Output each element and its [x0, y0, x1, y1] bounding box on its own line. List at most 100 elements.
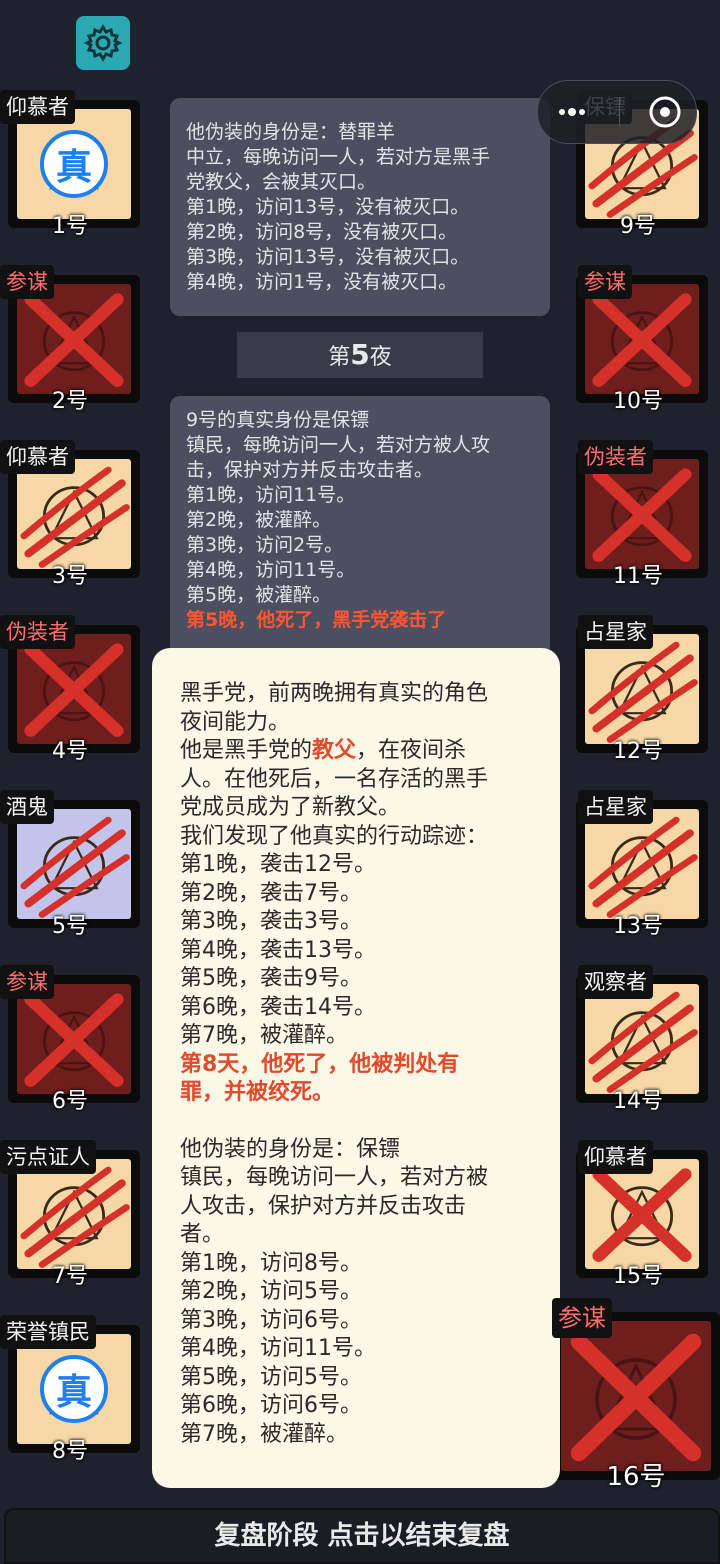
role-label: 参谋 [552, 1298, 612, 1338]
visit-line: 第6晚，访问6号。 [180, 1393, 362, 1418]
role-label: 参谋 [0, 265, 54, 299]
role-label: 仰慕者 [0, 90, 75, 124]
night-suffix: 夜 [369, 345, 392, 370]
log-line: 第1晚，访问11号。 [186, 484, 356, 506]
player-number: 8号 [52, 1439, 88, 1464]
popup-line: 他伪装的身份是：保镖 [180, 1136, 401, 1162]
player-number: 10号 [613, 389, 663, 414]
night-prefix: 第 [328, 345, 351, 370]
claw-slash-icon [588, 816, 698, 918]
player-number: 13号 [613, 914, 663, 939]
player-number: 12号 [613, 739, 663, 764]
player-number: 6号 [52, 1089, 88, 1114]
role-label: 荣誉镇民 [0, 1315, 96, 1349]
action-line: 第4晚，袭击13号。 [180, 937, 376, 963]
log-panel-disguise: 他伪装的身份是：替罪羊 中立，每晚访问一人，若对方是黑手 党教父，会被其灭口。 … [170, 98, 550, 316]
action-line: 第6晚，袭击14号。 [180, 994, 376, 1020]
card-portrait [17, 1159, 131, 1269]
claw-slash-icon [20, 816, 130, 918]
player-card[interactable]: 伪装者 11号 [568, 440, 708, 592]
player-card[interactable]: 占星家 12号 [568, 615, 708, 767]
death-line: 罪，并被绞死。 [180, 1080, 335, 1105]
claw-slash-icon [588, 641, 698, 743]
player-card[interactable]: 真 荣誉镇民 8号 [0, 1315, 140, 1467]
log-line: 第4晚，访问1号，没有被灭口。 [186, 271, 458, 293]
action-line: 第2晚，袭击7号。 [180, 880, 362, 906]
role-label: 占星家 [578, 790, 653, 824]
log-line: 第5晚，被灌醉。 [186, 584, 332, 606]
player-card[interactable]: 污点证人 7号 [0, 1140, 140, 1292]
card-portrait [585, 459, 699, 569]
player-number: 5号 [52, 914, 88, 939]
player-card[interactable]: 伪装者 4号 [0, 615, 140, 767]
role-label: 污点证人 [0, 1140, 96, 1174]
player-card[interactable]: 参谋 10号 [568, 265, 708, 417]
card-portrait [17, 809, 131, 919]
card-portrait [585, 984, 699, 1094]
settings-button[interactable] [76, 16, 130, 70]
card-portrait: 真 [17, 109, 131, 219]
night-header: 第5夜 [237, 332, 483, 378]
player-card[interactable]: 真 仰慕者 1号 [0, 90, 140, 242]
visit-line: 第5晚，访问5号。 [180, 1364, 362, 1390]
visit-line: 第2晚，访问5号。 [180, 1279, 362, 1304]
player-number: 1号 [52, 214, 88, 239]
action-line: 第5晚，袭击9号。 [180, 966, 362, 991]
player-card[interactable]: 占星家 13号 [568, 790, 708, 942]
role-label: 占星家 [578, 615, 653, 649]
card-portrait [17, 459, 131, 569]
player-card[interactable]: 酒鬼 5号 [0, 790, 140, 942]
action-line: 第7晚，被灌醉。 [180, 1023, 348, 1048]
player-number: 3号 [52, 564, 88, 589]
target-close-icon[interactable] [647, 94, 683, 130]
end-review-button[interactable]: 复盘阶段 点击以结束复盘 [4, 1508, 720, 1564]
death-line: 第8天，他死了，他被判处有 [180, 1051, 460, 1077]
popup-line: 他是黑手党的教父，在夜间杀 [180, 737, 534, 766]
log-line: 党教父，会被其灭口。 [186, 171, 377, 193]
log-line: 第2晚，被灌醉。 [186, 509, 332, 531]
dead-cross-icon [592, 1168, 692, 1262]
role-detail-popup[interactable]: 黑手党，前两晚拥有真实的角色 夜间能力。 他是黑手党的教父，在夜间杀 人。在他死… [152, 648, 560, 1488]
popup-line: 人攻击，保护对方并反击攻击 [180, 1193, 467, 1219]
role-label: 观察者 [578, 965, 653, 999]
player-card[interactable]: 观察者 14号 [568, 965, 708, 1117]
night-number: 5 [350, 338, 370, 371]
action-line: 第1晚，袭击12号。 [180, 852, 376, 877]
role-label: 仰慕者 [0, 440, 75, 474]
card-portrait [585, 284, 699, 394]
player-number: 11号 [613, 564, 663, 589]
player-number: 2号 [52, 389, 88, 414]
player-card[interactable]: 仰慕者 15号 [568, 1140, 708, 1292]
role-label: 参谋 [0, 965, 54, 999]
log-line: 击，保护对方并反击攻击者。 [186, 459, 434, 481]
popup-line: 者。 [180, 1222, 225, 1247]
dead-cross-icon [24, 293, 124, 387]
log-line: 第4晚，访问11号。 [186, 559, 356, 581]
dead-cross-icon [24, 993, 124, 1087]
player-card[interactable]: 参谋 16号 [552, 1298, 720, 1494]
card-portrait [17, 984, 131, 1094]
player-card[interactable]: 参谋 2号 [0, 265, 140, 417]
player-card[interactable]: 仰慕者 3号 [0, 440, 140, 592]
action-line: 第3晚，袭击3号。 [180, 909, 362, 934]
popup-line: 黑手党，前两晚拥有真实的角色 [180, 681, 489, 706]
player-number: 16号 [606, 1462, 666, 1492]
dead-cross-icon [592, 468, 692, 562]
mini-program-capsule [537, 80, 697, 144]
log-line: 第3晚，访问2号。 [186, 534, 344, 556]
log-line: 他伪装的身份是：替罪羊 [186, 121, 396, 143]
more-dots-icon[interactable] [552, 102, 592, 122]
true-identity-badge: 真 [40, 1355, 108, 1423]
popup-text: 他是黑手党的 [180, 738, 313, 763]
role-highlight: 教父 [312, 738, 357, 763]
visit-line: 第4晚，访问11号。 [180, 1336, 376, 1361]
role-label: 酒鬼 [0, 790, 54, 824]
log-line: 9号的真实身份是保镖 [186, 409, 370, 431]
dead-cross-icon [570, 1333, 702, 1462]
role-label: 仰慕者 [578, 1140, 653, 1174]
player-card[interactable]: 参谋 6号 [0, 965, 140, 1117]
player-number: 15号 [613, 1264, 663, 1289]
log-line: 第2晚，访问8号，没有被灭口。 [186, 221, 458, 243]
popup-line: 我们发现了他真实的行动踪迹： [180, 823, 489, 849]
